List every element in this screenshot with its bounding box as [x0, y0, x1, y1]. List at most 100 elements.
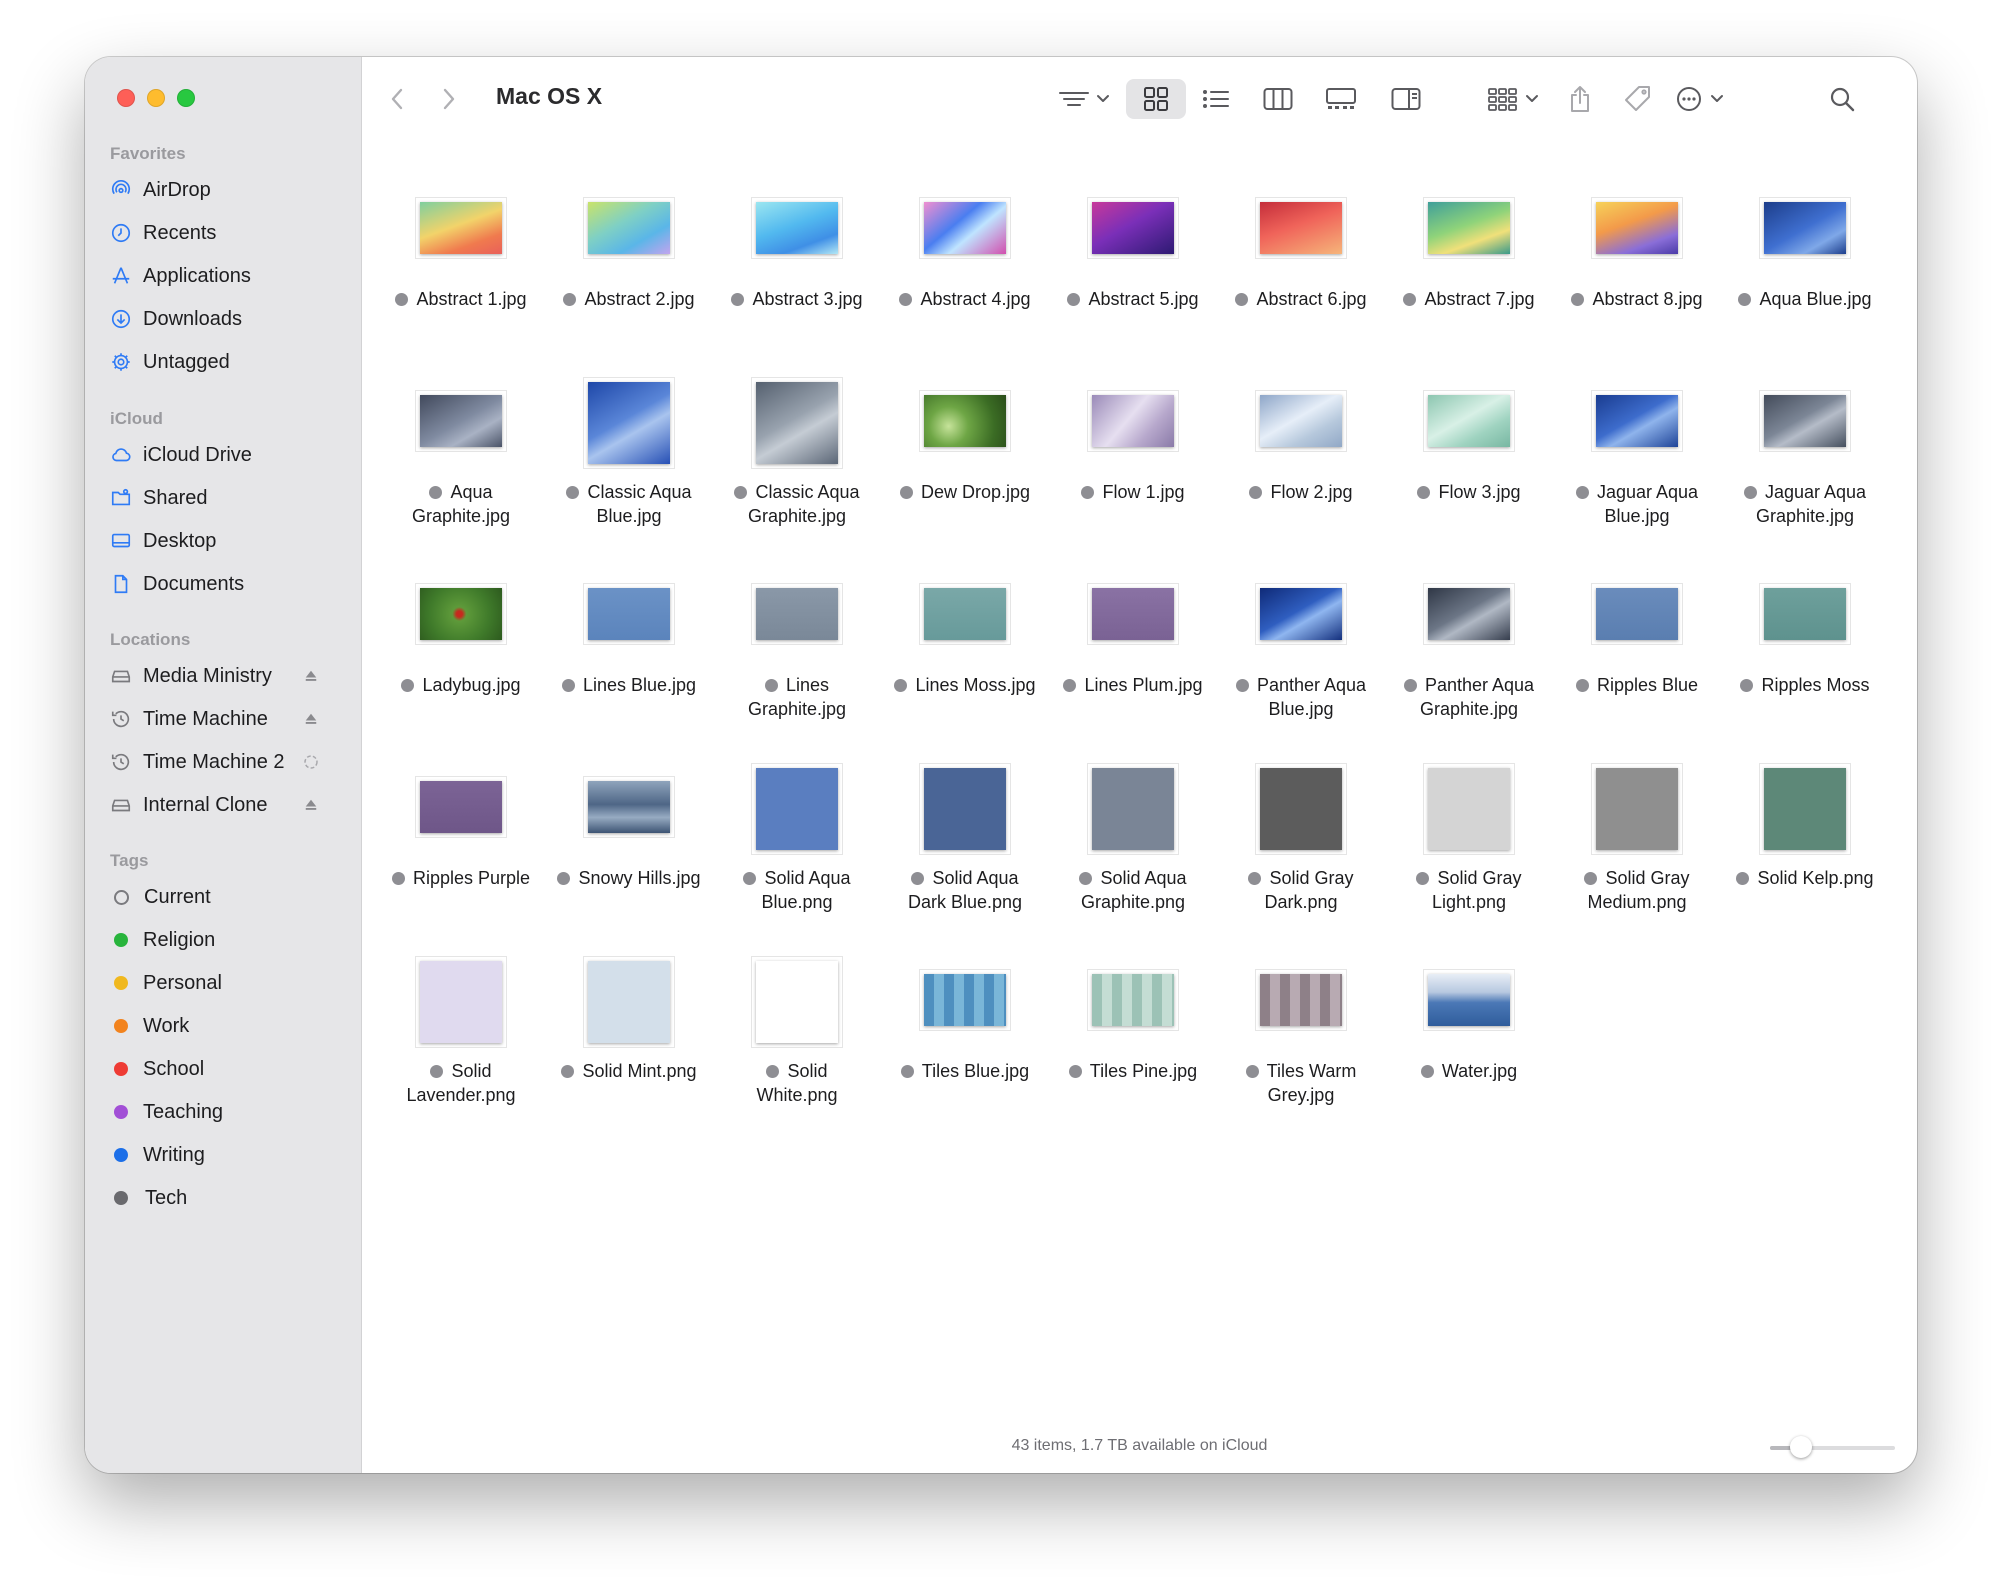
file-item[interactable]: Tiles Pine.jpg	[1049, 939, 1217, 1119]
file-item[interactable]: Aqua Graphite.jpg	[377, 360, 545, 540]
sidebar-item-time-machine-2[interactable]: Time Machine 2	[110, 742, 350, 782]
eject-icon[interactable]	[302, 796, 320, 814]
sidebar-item-airdrop[interactable]: AirDrop	[110, 170, 350, 210]
file-thumbnail[interactable]	[420, 202, 502, 254]
file-name[interactable]: Abstract 2.jpg	[545, 287, 713, 311]
file-name[interactable]: Lines Blue.jpg	[545, 673, 713, 697]
file-thumbnail[interactable]	[1428, 588, 1510, 640]
file-thumbnail[interactable]	[756, 202, 838, 254]
column-view-button[interactable]	[1256, 79, 1300, 119]
file-item[interactable]: Solid Aqua Graphite.png	[1049, 746, 1217, 926]
file-thumbnail[interactable]	[1596, 395, 1678, 447]
file-thumbnail[interactable]	[588, 588, 670, 640]
file-item[interactable]: Solid Aqua Blue.png	[713, 746, 881, 926]
file-name[interactable]: Aqua Blue.jpg	[1721, 287, 1889, 311]
file-item[interactable]: Aqua Blue.jpg	[1721, 167, 1889, 347]
file-name[interactable]: Water.jpg	[1385, 1059, 1553, 1083]
file-name[interactable]: Jaguar Aqua Blue.jpg	[1553, 480, 1721, 528]
file-name[interactable]: Solid Lavender.png	[377, 1059, 545, 1107]
sidebar-tag-work[interactable]: Work	[110, 1006, 350, 1046]
file-thumbnail[interactable]	[1260, 588, 1342, 640]
sidebar-tag-writing[interactable]: Writing	[110, 1135, 350, 1175]
sidebar-item-desktop[interactable]: Desktop	[110, 521, 350, 561]
file-item[interactable]: Solid Aqua Dark Blue.png	[881, 746, 1049, 926]
icon-view-button[interactable]	[1126, 79, 1186, 119]
file-thumbnail[interactable]	[924, 768, 1006, 850]
file-name[interactable]: Solid Kelp.png	[1721, 866, 1889, 890]
file-thumbnail[interactable]	[588, 781, 670, 833]
file-item[interactable]: Lines Plum.jpg	[1049, 553, 1217, 733]
file-thumbnail[interactable]	[1092, 588, 1174, 640]
list-view-button[interactable]	[1194, 79, 1238, 119]
file-name[interactable]: Solid Mint.png	[545, 1059, 713, 1083]
file-thumbnail[interactable]	[1260, 974, 1342, 1026]
file-item[interactable]: Ladybug.jpg	[377, 553, 545, 733]
sidebar-tag-teaching[interactable]: Teaching	[110, 1092, 350, 1132]
file-name[interactable]: Ripples Blue	[1553, 673, 1721, 697]
file-item[interactable]: Solid Kelp.png	[1721, 746, 1889, 926]
file-thumbnail[interactable]	[1092, 202, 1174, 254]
file-name[interactable]: Panther Aqua Blue.jpg	[1217, 673, 1385, 721]
file-item[interactable]: Classic Aqua Graphite.jpg	[713, 360, 881, 540]
sidebar-item-documents[interactable]: Documents	[110, 564, 350, 604]
sidebar-item-applications[interactable]: Applications	[110, 256, 350, 296]
file-item[interactable]: Solid Gray Dark.png	[1217, 746, 1385, 926]
sidebar-item-time-machine[interactable]: Time Machine	[110, 699, 350, 739]
group-by-button[interactable]	[1482, 79, 1548, 119]
file-item[interactable]: Ripples Moss	[1721, 553, 1889, 733]
file-thumbnail[interactable]	[1596, 588, 1678, 640]
gallery-view-button[interactable]	[1318, 79, 1364, 119]
file-item[interactable]: Jaguar Aqua Blue.jpg	[1553, 360, 1721, 540]
file-name[interactable]: Flow 2.jpg	[1217, 480, 1385, 504]
file-name[interactable]: Jaguar Aqua Graphite.jpg	[1721, 480, 1889, 528]
file-item[interactable]: Panther Aqua Graphite.jpg	[1385, 553, 1553, 733]
preview-pane-button[interactable]	[1384, 79, 1428, 119]
back-button[interactable]	[382, 79, 412, 119]
file-thumbnail[interactable]	[1260, 395, 1342, 447]
eject-icon[interactable]	[302, 710, 320, 728]
forward-button[interactable]	[434, 79, 464, 119]
sidebar-item-internal-clone[interactable]: Internal Clone	[110, 785, 350, 825]
file-item[interactable]: Abstract 4.jpg	[881, 167, 1049, 347]
file-item[interactable]: Snowy Hills.jpg	[545, 746, 713, 926]
file-name[interactable]: Flow 1.jpg	[1049, 480, 1217, 504]
file-name[interactable]: Solid Aqua Graphite.png	[1049, 866, 1217, 914]
file-item[interactable]: Lines Blue.jpg	[545, 553, 713, 733]
file-item[interactable]: Lines Moss.jpg	[881, 553, 1049, 733]
file-name[interactable]: Ripples Purple	[377, 866, 545, 890]
file-thumbnail[interactable]	[924, 395, 1006, 447]
file-item[interactable]: Abstract 7.jpg	[1385, 167, 1553, 347]
file-name[interactable]: Abstract 4.jpg	[881, 287, 1049, 311]
tag-button[interactable]	[1618, 79, 1658, 119]
file-item[interactable]: Tiles Warm Grey.jpg	[1217, 939, 1385, 1119]
file-item[interactable]: Classic Aqua Blue.jpg	[545, 360, 713, 540]
sidebar-item-media-ministry[interactable]: Media Ministry	[110, 656, 350, 696]
file-thumbnail[interactable]	[1428, 395, 1510, 447]
file-thumbnail[interactable]	[924, 974, 1006, 1026]
file-thumbnail[interactable]	[756, 961, 838, 1043]
file-thumbnail[interactable]	[588, 382, 670, 464]
file-item[interactable]: Solid White.png	[713, 939, 881, 1119]
file-name[interactable]: Classic Aqua Graphite.jpg	[713, 480, 881, 528]
file-item[interactable]: Flow 2.jpg	[1217, 360, 1385, 540]
file-name[interactable]: Flow 3.jpg	[1385, 480, 1553, 504]
sort-group-button[interactable]	[1052, 79, 1118, 119]
file-thumbnail[interactable]	[1092, 768, 1174, 850]
file-thumbnail[interactable]	[756, 768, 838, 850]
file-name[interactable]: Aqua Graphite.jpg	[377, 480, 545, 528]
file-item[interactable]: Flow 1.jpg	[1049, 360, 1217, 540]
sidebar-item-downloads[interactable]: Downloads	[110, 299, 350, 339]
file-name[interactable]: Lines Plum.jpg	[1049, 673, 1217, 697]
eject-icon[interactable]	[302, 667, 320, 685]
file-item[interactable]: Panther Aqua Blue.jpg	[1217, 553, 1385, 733]
sidebar-item-recents[interactable]: Recents	[110, 213, 350, 253]
file-name[interactable]: Ladybug.jpg	[377, 673, 545, 697]
file-name[interactable]: Abstract 1.jpg	[377, 287, 545, 311]
file-name[interactable]: Tiles Warm Grey.jpg	[1217, 1059, 1385, 1107]
file-thumbnail[interactable]	[1428, 202, 1510, 254]
file-name[interactable]: Tiles Blue.jpg	[881, 1059, 1049, 1083]
file-name[interactable]: Snowy Hills.jpg	[545, 866, 713, 890]
file-thumbnail[interactable]	[1092, 974, 1174, 1026]
file-name[interactable]: Abstract 7.jpg	[1385, 287, 1553, 311]
file-thumbnail[interactable]	[1764, 395, 1846, 447]
